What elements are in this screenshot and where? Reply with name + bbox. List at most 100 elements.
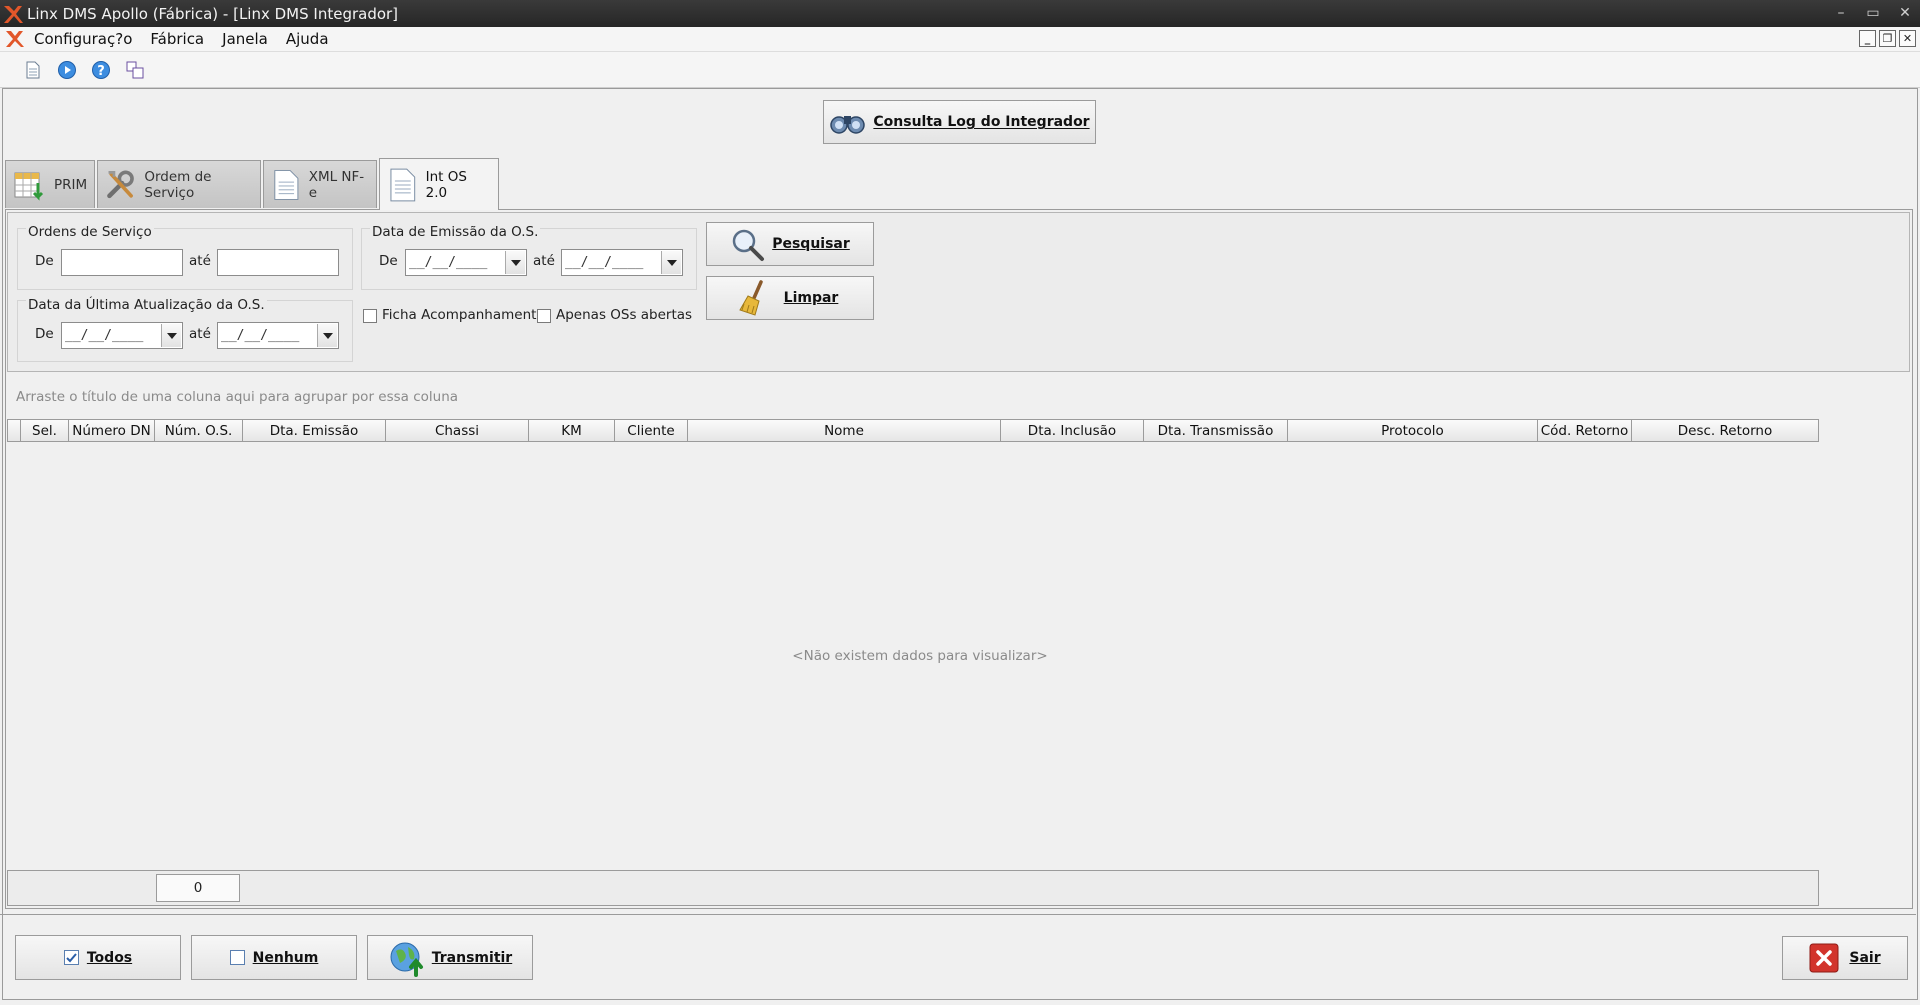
col-num-os[interactable]: Núm. O.S. (155, 420, 243, 441)
bottom-separator (0, 914, 1916, 915)
window-tile-icon[interactable] (124, 59, 146, 81)
globe-upload-icon (390, 942, 423, 977)
col-desc-retorno[interactable]: Desc. Retorno (1632, 420, 1818, 441)
col-protocolo[interactable]: Protocolo (1288, 420, 1538, 441)
todos-button[interactable]: Todos (15, 935, 181, 980)
toolbar: ? (0, 52, 1920, 88)
grid-empty-message: <Não existem dados para visualizar> (792, 648, 1048, 664)
tab-xml-nfe[interactable]: XML NF-e (263, 160, 377, 208)
nenhum-button[interactable]: Nenhum (191, 935, 357, 980)
col-dta-inclusao[interactable]: Dta. Inclusão (1001, 420, 1144, 441)
broom-icon (739, 280, 763, 316)
ficha-checkbox[interactable] (363, 309, 377, 323)
col-nome[interactable]: Nome (688, 420, 1001, 441)
apenas-abertas-checkbox[interactable] (537, 309, 551, 323)
limpar-label: Limpar (783, 290, 839, 306)
app-logo-icon (4, 5, 23, 23)
tab-int-os[interactable]: Int OS 2.0 (379, 158, 499, 210)
tab-ordem-servico[interactable]: Ordem de Serviço (97, 160, 261, 208)
nenhum-label: Nenhum (252, 949, 319, 966)
restore-button[interactable]: ▭ (1864, 4, 1882, 22)
emissao-group-label: Data de Emissão da O.S. (370, 224, 541, 240)
atualizacao-ate-date[interactable]: __/__/____ (217, 322, 339, 349)
app-logo-icon[interactable] (4, 29, 26, 49)
col-cliente[interactable]: Cliente (615, 420, 688, 441)
limpar-button[interactable]: Limpar (706, 276, 874, 320)
pesquisar-label: Pesquisar (772, 236, 850, 252)
magnifier-icon (732, 229, 764, 261)
atualizacao-ate-label: até (189, 326, 211, 342)
chevron-down-icon[interactable] (661, 251, 681, 274)
emissao-ate-label: até (533, 253, 555, 269)
col-numero-dn[interactable]: Número DN (69, 420, 155, 441)
menu-bar: Configuraç?o Fábrica Janela Ajuda _ ❐ ✕ (0, 27, 1920, 52)
emissao-de-mask: __/__/____ (409, 255, 488, 270)
consulta-log-label: Consulta Log do Integrador (873, 114, 1090, 130)
record-count: 0 (156, 874, 240, 902)
close-button[interactable]: ✕ (1896, 4, 1914, 22)
help-icon[interactable]: ? (90, 59, 112, 81)
tab-prim-label: PRIM (54, 176, 88, 193)
mdi-close-button[interactable]: ✕ (1899, 30, 1916, 47)
grid-footer (7, 870, 1819, 906)
atualizacao-de-mask: __/__/____ (65, 328, 144, 343)
col-chassi[interactable]: Chassi (386, 420, 529, 441)
document-icon[interactable] (22, 59, 44, 81)
atualizacao-ate-mask: __/__/____ (221, 328, 300, 343)
tab-xml-nfe-label: XML NF-e (308, 168, 365, 201)
mdi-controls: _ ❐ ✕ (1859, 30, 1916, 47)
document-icon (274, 169, 299, 200)
tab-prim[interactable]: PRIM (5, 160, 95, 208)
emissao-ate-date[interactable]: __/__/____ (561, 249, 683, 276)
sair-label: Sair (1849, 950, 1881, 966)
ordem-ate-label: até (189, 253, 211, 269)
sair-button[interactable]: Sair (1782, 936, 1908, 980)
menu-fabrica[interactable]: Fábrica (150, 30, 204, 48)
transmitir-button[interactable]: Transmitir (367, 935, 533, 980)
close-icon (1809, 943, 1839, 973)
transmitir-label: Transmitir (431, 949, 513, 966)
pesquisar-button[interactable]: Pesquisar (706, 222, 874, 266)
menu-ajuda[interactable]: Ajuda (286, 30, 329, 48)
col-km[interactable]: KM (529, 420, 615, 441)
tools-icon (107, 170, 134, 198)
checked-box-icon (63, 950, 79, 965)
group-by-hint: Arraste o título de uma coluna aqui para… (16, 389, 459, 405)
todos-label: Todos (86, 949, 133, 966)
unchecked-box-icon (229, 950, 245, 965)
menu-configuracao[interactable]: Configuraç?o (34, 30, 132, 48)
menu-janela[interactable]: Janela (222, 30, 268, 48)
ordem-ate-input[interactable] (217, 249, 339, 276)
chevron-down-icon[interactable] (317, 324, 337, 347)
play-icon[interactable] (56, 59, 78, 81)
tab-int-os-label: Int OS 2.0 (425, 168, 467, 201)
svg-text:?: ? (97, 64, 105, 79)
col-dta-transmissao[interactable]: Dta. Transmissão (1144, 420, 1288, 441)
chevron-down-icon[interactable] (505, 251, 525, 274)
title-bar: Linx DMS Apollo (Fábrica) - [Linx DMS In… (0, 0, 1920, 27)
col-cod-retorno[interactable]: Cód. Retorno (1538, 420, 1632, 441)
window-title: Linx DMS Apollo (Fábrica) - [Linx DMS In… (27, 4, 399, 23)
emissao-de-date[interactable]: __/__/____ (405, 249, 527, 276)
mdi-minimize-button[interactable]: _ (1859, 30, 1876, 47)
ordens-group-label: Ordens de Serviço (26, 224, 154, 240)
table-arrow-icon (14, 172, 44, 201)
col-sel[interactable]: Sel. (21, 420, 69, 441)
document-icon (390, 168, 416, 201)
emissao-ate-mask: __/__/____ (565, 255, 644, 270)
binoculars-icon (830, 116, 866, 134)
atualizacao-de-date[interactable]: __/__/____ (61, 322, 183, 349)
atualizacao-group-label: Data da Última Atualização da O.S. (26, 297, 267, 313)
minimize-button[interactable]: – (1832, 4, 1850, 22)
ordem-de-label: De (35, 253, 54, 269)
consulta-log-button[interactable]: Consulta Log do Integrador (823, 100, 1096, 144)
chevron-down-icon[interactable] (161, 324, 181, 347)
mdi-restore-button[interactable]: ❐ (1879, 30, 1896, 47)
col-dta-emissao[interactable]: Dta. Emissão (243, 420, 386, 441)
window-controls: – ▭ ✕ (1832, 4, 1914, 22)
ficha-label: Ficha Acompanhamento (382, 307, 545, 323)
ordem-de-input[interactable] (61, 249, 183, 276)
tab-ordem-servico-label: Ordem de Serviço (144, 168, 212, 201)
grid-header: Sel. Número DN Núm. O.S. Dta. Emissão Ch… (7, 419, 1819, 442)
atualizacao-de-label: De (35, 326, 54, 342)
